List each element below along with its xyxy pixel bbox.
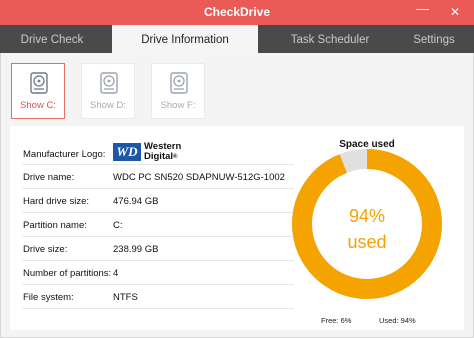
- hard-drive-icon: [170, 72, 188, 94]
- donut-percent: 94%: [348, 206, 386, 226]
- show-drive-c-button[interactable]: Show C:: [11, 63, 65, 119]
- free-legend: Free: 6%: [321, 316, 352, 325]
- info-key: Drive size:: [23, 244, 68, 255]
- wd-logo-trademark: ®: [173, 154, 178, 160]
- info-value: C:: [113, 220, 123, 231]
- info-row-file-system: File system: NTFS: [22, 285, 294, 309]
- wd-logo-mark: WD: [113, 143, 141, 161]
- hard-drive-icon: [100, 72, 118, 94]
- close-button[interactable]: ✕: [450, 5, 460, 19]
- info-value: 238.99 GB: [113, 244, 159, 255]
- info-value: WDC PC SN520 SDAPNUW-512G-1002: [113, 172, 285, 183]
- drive-button-label: Show C:: [20, 100, 56, 111]
- info-key: Manufacturer Logo:: [23, 149, 106, 160]
- info-row-drive-name: Drive name: WDC PC SN520 SDAPNUW-512G-10…: [22, 165, 294, 189]
- info-key: Partition name:: [23, 220, 87, 231]
- tab-settings[interactable]: Settings: [396, 25, 472, 53]
- info-key: Hard drive size:: [23, 196, 89, 207]
- info-row-number-of-partitions: Number of partitions: 4: [22, 261, 294, 285]
- wd-logo-line2: Digital: [144, 151, 174, 162]
- show-drive-f-button[interactable]: Show F:: [151, 63, 205, 119]
- content-area: Show C: Show D: Show F: Manufacturer Log…: [0, 53, 474, 338]
- used-legend: Used: 94%: [379, 316, 416, 325]
- info-value: 4: [113, 268, 119, 279]
- info-key: File system:: [23, 292, 74, 303]
- tab-task-scheduler[interactable]: Task Scheduler: [276, 25, 384, 53]
- drive-button-label: Show F:: [160, 100, 196, 111]
- tab-drive-check[interactable]: Drive Check: [0, 25, 104, 53]
- info-key: Number of partitions:: [23, 268, 112, 279]
- info-key: Drive name:: [23, 172, 75, 183]
- donut-used-word: used: [347, 232, 387, 252]
- tab-drive-information[interactable]: Drive Information: [112, 25, 258, 53]
- drive-info-panel: Manufacturer Logo: WD Western Digital® D…: [10, 126, 464, 330]
- info-row-manufacturer: Manufacturer Logo: WD Western Digital®: [22, 140, 294, 165]
- tab-bar: Drive Check Drive Information Task Sched…: [0, 25, 474, 53]
- minimize-button[interactable]: —: [416, 1, 429, 16]
- info-row-partition-name: Partition name: C:: [22, 213, 294, 237]
- western-digital-logo: WD Western Digital®: [113, 141, 185, 163]
- info-value: 476.94 GB: [113, 196, 159, 207]
- window-title: CheckDrive: [203, 5, 271, 19]
- drive-button-label: Show D:: [90, 100, 126, 111]
- info-row-drive-size: Drive size: 238.99 GB: [22, 237, 294, 261]
- hard-drive-icon: [30, 72, 48, 94]
- info-row-hard-drive-size: Hard drive size: 476.94 GB: [22, 189, 294, 213]
- info-value: NTFS: [113, 292, 138, 303]
- show-drive-d-button[interactable]: Show D:: [81, 63, 135, 119]
- title-bar: CheckDrive — ✕: [0, 0, 474, 25]
